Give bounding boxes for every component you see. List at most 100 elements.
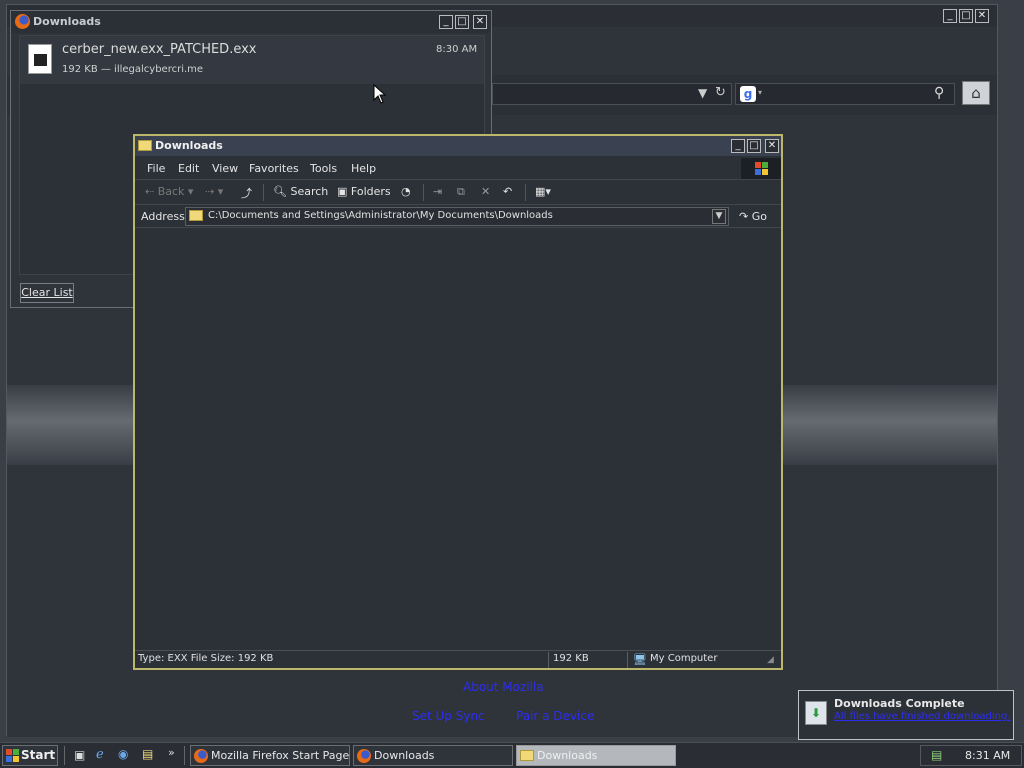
clock[interactable]: 8:31 AM (965, 749, 1010, 762)
explorer-window-title: Downloads (155, 139, 223, 152)
folders-button[interactable]: ▣ Folders (337, 185, 391, 198)
clear-list-button[interactable]: Clear List (20, 283, 74, 303)
windows-start-icon (6, 749, 19, 762)
forward-button[interactable]: ⇢ ▾ (205, 185, 223, 198)
folder-icon (520, 750, 534, 761)
copy-to-icon[interactable]: ⧉ (457, 185, 465, 199)
folder-icon (138, 140, 152, 151)
menu-bar: File Edit View Favorites Tools Help (135, 158, 781, 180)
mouse-cursor-icon (373, 84, 387, 104)
firefox-icon (194, 749, 208, 763)
firefox-icon (357, 749, 371, 763)
close-button[interactable]: ✕ (765, 139, 779, 153)
media-player-icon[interactable]: ◉ (118, 747, 128, 761)
search-label: Search (290, 185, 329, 198)
address-bar: Address C:\Documents and Settings\Admini… (135, 206, 781, 228)
address-dropdown-icon[interactable]: ▼ (712, 209, 726, 224)
menu-help[interactable]: Help (351, 162, 376, 175)
search-engine-dropdown-icon[interactable]: ▾ (758, 88, 762, 97)
minimize-button[interactable]: _ (731, 139, 745, 153)
delete-icon[interactable]: ✕ (481, 185, 490, 198)
go-button[interactable]: ↷ Go (739, 210, 767, 223)
status-bar: Type: EXX File Size: 192 KB 192 KB 🖥︎ My… (135, 650, 781, 668)
toolbar-separator (423, 184, 424, 201)
notification-message-link[interactable]: All files have finished downloading. (834, 711, 1011, 722)
maximize-button[interactable]: □ (455, 15, 469, 29)
close-button[interactable]: ✕ (473, 15, 487, 29)
menu-file[interactable]: File (147, 162, 165, 175)
status-separator (548, 652, 549, 668)
address-field[interactable]: C:\Documents and Settings\Administrator\… (185, 207, 729, 226)
download-filename: cerber_new.exx_PATCHED.exx (62, 42, 257, 57)
set-up-sync-link[interactable]: Set Up Sync (412, 709, 485, 723)
menu-tools[interactable]: Tools (310, 162, 337, 175)
download-item[interactable]: cerber_new.exx_PATCHED.exx 192 KB — ille… (20, 36, 484, 84)
taskbar-separator (184, 746, 185, 765)
network-icon[interactable]: ▤ (931, 748, 942, 762)
taskbar: Start ▣ ℯ ◉ ▤ » Mozilla Firefox Start Pa… (0, 742, 1024, 768)
maximize-button[interactable]: □ (747, 139, 761, 153)
back-button[interactable]: ⇠ Back ▾ (145, 185, 193, 198)
home-button[interactable]: ⌂ (962, 81, 990, 105)
status-size: 192 KB (553, 653, 589, 664)
windows-logo-icon (741, 158, 781, 179)
move-to-icon[interactable]: ⇥ (433, 185, 442, 198)
search-bar[interactable]: g ▾ ⚲ (735, 83, 955, 105)
folder-icon (189, 210, 203, 221)
views-icon[interactable]: ▦▾ (535, 185, 551, 198)
minimize-button[interactable]: _ (943, 9, 957, 23)
folder-content-area[interactable] (137, 230, 779, 648)
dropdown-arrow-icon[interactable]: ▼ (698, 86, 707, 100)
reload-icon[interactable]: ↻ (715, 85, 726, 100)
notification-title: Downloads Complete (834, 697, 965, 710)
task-firefox-start-page[interactable]: Mozilla Firefox Start Page... (190, 745, 350, 766)
menu-edit[interactable]: Edit (178, 162, 199, 175)
search-button[interactable]: 🔍︎ Search (273, 185, 328, 198)
menu-favorites[interactable]: Favorites (249, 162, 299, 175)
status-zone: My Computer (650, 653, 718, 664)
task-firefox-downloads[interactable]: Downloads (353, 745, 513, 766)
system-tray: ▤ 8:31 AM (920, 745, 1022, 766)
my-computer-icon: 🖥︎ (633, 653, 647, 666)
status-type-info: Type: EXX File Size: 192 KB (138, 653, 274, 664)
history-icon[interactable]: ◔ (401, 185, 411, 198)
url-bar[interactable]: ▼ ↻ (492, 83, 732, 105)
task-explorer-downloads[interactable]: Downloads (516, 745, 676, 766)
explorer-quicklaunch-icon[interactable]: ▤ (142, 747, 153, 761)
minimize-button[interactable]: _ (439, 15, 453, 29)
about-mozilla-link[interactable]: About Mozilla (463, 680, 544, 694)
internet-explorer-icon[interactable]: ℯ (96, 747, 104, 762)
google-g-icon[interactable]: g (740, 86, 756, 102)
go-label: Go (751, 210, 767, 223)
search-icon[interactable]: ⚲ (934, 85, 944, 101)
task-label: Downloads (537, 749, 598, 762)
search-icon: 🔍︎ (273, 185, 287, 198)
close-button[interactable]: ✕ (975, 9, 989, 23)
status-separator (627, 652, 628, 668)
downloads-window-title: Downloads (33, 15, 101, 28)
firefox-icon (15, 14, 30, 29)
up-folder-icon[interactable]: ⤴ (241, 185, 252, 201)
back-label: Back (157, 185, 185, 198)
show-desktop-icon[interactable]: ▣ (74, 748, 85, 762)
address-label: Address (141, 210, 185, 223)
task-label: Downloads (374, 749, 435, 762)
quicklaunch-more-icon[interactable]: » (168, 746, 175, 759)
start-button[interactable]: Start (2, 745, 58, 766)
download-complete-icon: ⬇ (805, 701, 827, 725)
task-label: Mozilla Firefox Start Page... (211, 749, 350, 762)
download-time: 8:30 AM (436, 44, 478, 55)
pair-device-link[interactable]: Pair a Device (516, 709, 594, 723)
menu-view[interactable]: View (212, 162, 238, 175)
toolbar-separator (263, 184, 264, 201)
exx-file-icon (28, 44, 52, 74)
folders-label: Folders (350, 185, 391, 198)
undo-icon[interactable]: ↶ (503, 185, 512, 198)
resize-grip-icon[interactable]: ◢ (767, 655, 774, 665)
toolbar: ⇠ Back ▾ ⇢ ▾ ⤴ 🔍︎ Search ▣ Folders ◔ ⇥ ⧉… (135, 181, 781, 205)
downloads-complete-notification[interactable]: ⬇ Downloads Complete All files have fini… (798, 690, 1014, 740)
maximize-button[interactable]: □ (959, 9, 973, 23)
start-label: Start (21, 748, 56, 762)
download-details: 192 KB — illegalcybercri.me (62, 64, 204, 75)
toolbar-separator (525, 184, 526, 201)
